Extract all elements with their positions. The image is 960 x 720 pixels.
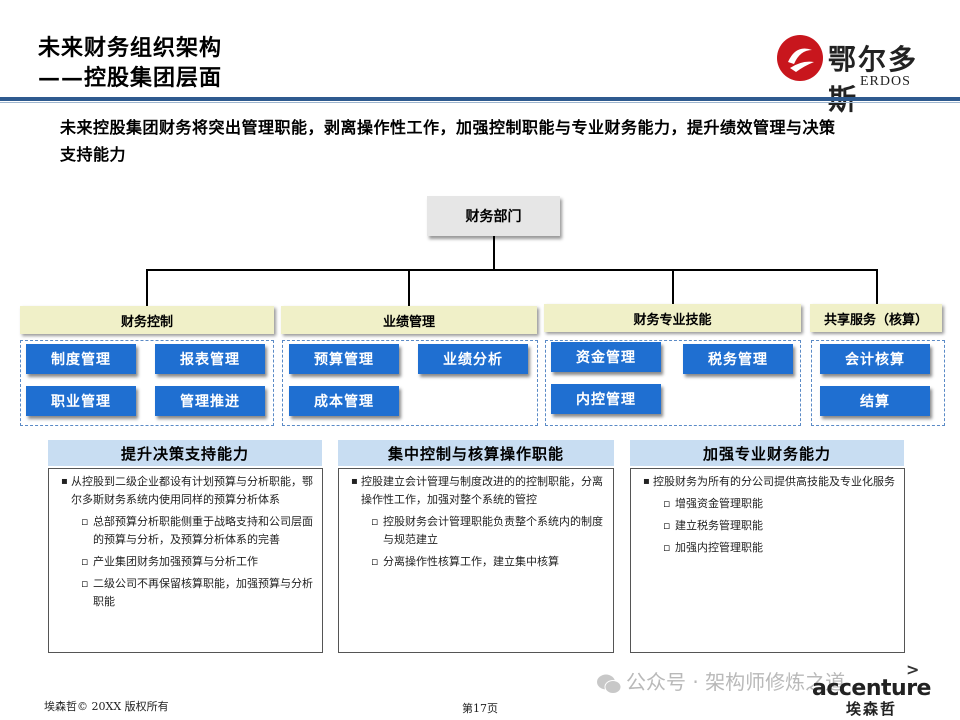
node-internal-control: 内控管理 xyxy=(551,384,661,414)
panel-central-control: 控股建立会计管理与制度改进的的控制职能，分离操作性工作，加强对整个系统的管控 控… xyxy=(338,468,614,653)
panel-sub-bullet: 增强资金管理职能 xyxy=(643,495,896,513)
wechat-icon xyxy=(596,673,622,695)
page-subtitle: ——控股集团层面 xyxy=(38,65,223,91)
erdos-logo-icon xyxy=(777,35,823,81)
header-rule xyxy=(0,97,960,101)
connector-cat-4 xyxy=(876,269,878,305)
panel-header-decision-support: 提升决策支持能力 xyxy=(48,440,322,466)
connector-cat-1 xyxy=(146,269,148,307)
panel-sub-bullet: 二级公司不再保留核算职能，加强预算与分析职能 xyxy=(61,575,314,611)
node-performance-analysis: 业绩分析 xyxy=(418,344,528,374)
panel-bullet: 控股建立会计管理与制度改进的的控制职能，分离操作性工作，加强对整个系统的管控 xyxy=(351,473,605,509)
header-rule-thin xyxy=(0,102,960,103)
panel-header-central-control: 集中控制与核算操作职能 xyxy=(338,440,614,466)
watermark: 公众号 · 架构师修炼之道 xyxy=(596,666,845,695)
panel-sub-bullet: 分离操作性核算工作，建立集中核算 xyxy=(351,553,605,571)
connector-cat-3 xyxy=(672,269,674,307)
connector-cat-2 xyxy=(408,269,410,307)
connector-root xyxy=(493,236,495,270)
node-tax-management: 税务管理 xyxy=(683,344,793,374)
panel-professional-finance: 控股财务为所有的分公司提供高技能及专业化服务 增强资金管理职能 建立税务管理职能… xyxy=(630,468,905,653)
panel-sub-bullet: 总部预算分析职能侧重于战略支持和公司层面的预算与分析，及预算分析体系的完善 xyxy=(61,513,314,549)
footer-page-number: 第17页 xyxy=(462,702,498,715)
node-settlement: 结算 xyxy=(820,386,930,416)
category-finance-control: 财务控制 xyxy=(20,306,274,334)
category-performance-management: 业绩管理 xyxy=(281,306,537,334)
panel-bullet: 从控股到二级企业都设有计划预算与分析职能，鄂尔多斯财务系统内使用同样的预算分析体… xyxy=(61,473,314,509)
node-accounting: 会计核算 xyxy=(820,344,930,374)
footer-copyright: 埃森哲© 20XX 版权所有 xyxy=(44,700,169,713)
node-cost-management: 成本管理 xyxy=(289,386,399,416)
node-report-management: 报表管理 xyxy=(155,344,265,374)
node-fund-management: 资金管理 xyxy=(551,342,661,372)
erdos-logo: 鄂尔多斯 ERDOS xyxy=(776,34,936,116)
logo-text-en: ERDOS xyxy=(860,74,911,89)
accenture-logo-cn: 埃森哲 xyxy=(846,700,898,718)
connector-horizontal xyxy=(146,269,878,271)
panel-decision-support: 从控股到二级企业都设有计划预算与分析职能，鄂尔多斯财务系统内使用同样的预算分析体… xyxy=(48,468,323,653)
page-title: 未来财务组织架构 xyxy=(38,35,223,61)
panel-sub-bullet: 产业集团财务加强预算与分析工作 xyxy=(61,553,314,571)
node-professional-management: 职业管理 xyxy=(26,386,136,416)
intro-text: 未来控股集团财务将突出管理职能，剥离操作性工作，加强控制职能与专业财务能力，提升… xyxy=(60,118,836,164)
panel-bullet: 控股财务为所有的分公司提供高技能及专业化服务 xyxy=(643,473,896,491)
panel-sub-bullet: 控股财务会计管理职能负责整个系统内的制度与规范建立 xyxy=(351,513,605,549)
panel-header-professional-finance: 加强专业财务能力 xyxy=(630,440,904,466)
category-finance-skills: 财务专业技能 xyxy=(544,304,801,332)
panel-sub-bullet: 建立税务管理职能 xyxy=(643,517,896,535)
org-root-node: 财务部门 xyxy=(427,196,560,236)
node-system-management: 制度管理 xyxy=(26,344,136,374)
panel-sub-bullet: 加强内控管理职能 xyxy=(643,539,896,557)
category-shared-services: 共享服务（核算） xyxy=(810,304,942,332)
node-budget-management: 预算管理 xyxy=(289,344,399,374)
node-management-promotion: 管理推进 xyxy=(155,386,265,416)
